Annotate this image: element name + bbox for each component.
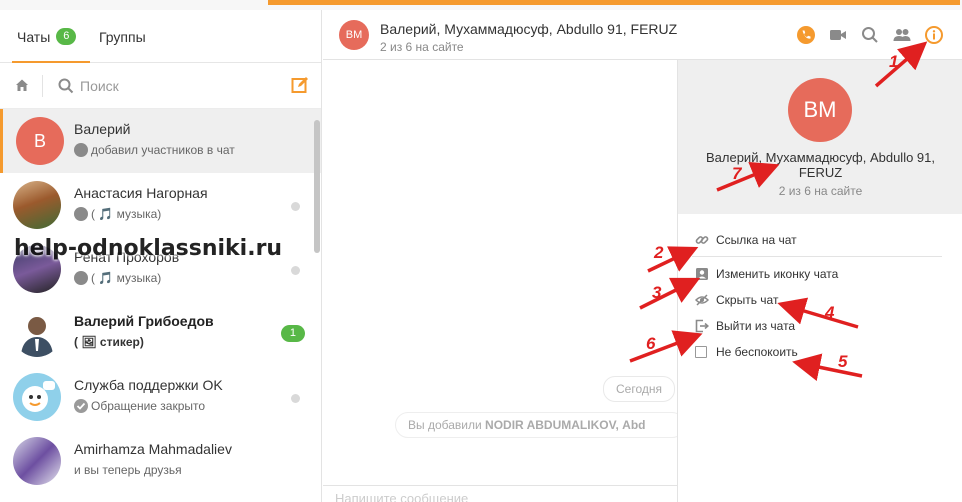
new-chat-icon[interactable]: [291, 76, 309, 94]
app-root: Чаты 6 Группы В: [0, 0, 962, 502]
menu-do-not-disturb[interactable]: Не беспокоить: [695, 343, 798, 361]
chat-preview-text: Обращение закрыто: [91, 399, 206, 413]
chat-item-anastasia[interactable]: Анастасия Нагорная ( 🎵 музыка): [0, 173, 321, 237]
annotation-number: 2: [654, 243, 664, 262]
avatar: [13, 309, 61, 357]
top-strip: [0, 0, 962, 10]
chat-online-status: 2 из 6 на сайте: [380, 40, 464, 54]
chats-count-badge: 6: [56, 28, 77, 45]
chat-title: Валерий, Мухаммадюсуф, Abdullo 91, FERUZ: [380, 21, 678, 37]
chat-preview-text: и вы теперь друзья: [74, 463, 182, 477]
person-icon: [21, 317, 53, 357]
menu-hide-chat[interactable]: Скрыть чат: [695, 291, 778, 309]
menu-change-icon-label: Изменить иконку чата: [716, 267, 839, 281]
avatar: [13, 437, 61, 485]
phone-call-icon[interactable]: [796, 25, 816, 45]
chat-info-panel: BM Валерий, Мухаммадюсуф, Abdullo 91, FE…: [677, 60, 962, 502]
chat-preview-text: добавил участников в чат: [91, 143, 235, 157]
annotation-number: 1: [889, 52, 899, 71]
menu-leave-chat-label: Выйти из чата: [716, 319, 796, 333]
chat-preview-text: ( 🎵 музыка): [91, 271, 162, 285]
do-not-disturb-checkbox[interactable]: [695, 346, 707, 358]
search-row: [0, 63, 321, 109]
link-icon: [695, 236, 709, 244]
chat-name: Валерий Грибоедов: [74, 313, 214, 329]
chat-preview: Обращение закрыто: [74, 399, 205, 413]
chat-tabs: Чаты 6 Группы: [0, 10, 321, 63]
tab-chats[interactable]: Чаты 6: [17, 28, 77, 45]
chat-item-valeriy-griboedov[interactable]: Валерий Грибоедов ( 🖼 стикер) 1: [0, 301, 321, 365]
chat-name: Валерий: [74, 121, 131, 137]
eye-off-icon: [695, 294, 709, 306]
unread-dot: [291, 202, 300, 211]
tab-groups[interactable]: Группы: [99, 29, 146, 45]
system-message-user: Abd: [622, 418, 646, 432]
menu-hide-chat-label: Скрыть чат: [716, 293, 779, 307]
support-bot-icon: [22, 381, 55, 412]
avatar: [13, 373, 61, 421]
chat-item-valeriy[interactable]: В Валерий добавил участников в чат: [0, 109, 321, 173]
chat-list-scrollbar[interactable]: [314, 120, 320, 253]
chat-preview: ( 🖼 стикер): [74, 335, 144, 349]
mini-avatar: [74, 207, 88, 221]
chat-preview-text: ( 🎵 музыка): [91, 207, 162, 221]
chat-name: Служба поддержки OK: [74, 377, 223, 393]
message-area: Сегодня Вы добавили NODIR ABDUMALIKOV, A…: [323, 60, 685, 502]
annotation-number: 6: [646, 334, 656, 353]
avatar-initial: В: [33, 130, 46, 151]
chat-avatar[interactable]: BM: [339, 20, 369, 50]
home-icon[interactable]: [14, 77, 30, 93]
annotation-number: 4: [825, 303, 835, 322]
avatar: [13, 181, 61, 229]
chat-name: Анастасия Нагорная: [74, 185, 208, 201]
system-message: Вы добавили NODIR ABDUMALIKOV, Abd: [395, 412, 685, 438]
chat-info-status: 2 из 6 на сайте: [778, 184, 863, 198]
top-nav-bar: [268, 0, 960, 5]
check-circle-icon: [74, 399, 88, 413]
menu-change-icon[interactable]: Изменить иконку чата: [695, 265, 838, 283]
portrait-icon: [696, 268, 708, 280]
avatar: В: [16, 117, 64, 165]
exit-icon: [695, 319, 709, 333]
chat-preview: ( 🎵 музыка): [74, 271, 161, 285]
chat-item-support[interactable]: Служба поддержки OK Обращение закрыто: [0, 365, 321, 429]
menu-chat-link-label: Ссылка на чат: [716, 233, 797, 247]
chat-info-title: Валерий, Мухаммадюсуф, Abdullo 91, FERUZ: [705, 150, 936, 180]
system-message-prefix: Вы добавили: [408, 418, 482, 432]
mini-avatar: [74, 143, 88, 157]
chat-header: BM Валерий, Мухаммадюсуф, Abdullo 91, FE…: [323, 10, 962, 60]
chat-preview: добавил участников в чат: [74, 143, 235, 157]
annotation-number: 3: [652, 283, 662, 302]
chat-preview-text: ( 🖼 стикер): [74, 335, 144, 349]
watermark: help-odnoklassniki.ru: [14, 236, 283, 261]
unread-dot: [291, 266, 300, 275]
menu-chat-link[interactable]: Ссылка на чат: [695, 231, 797, 249]
chat-item-amirhamza[interactable]: Amirhamza Mahmadaliev и вы теперь друзья: [0, 429, 321, 493]
info-icon[interactable]: [924, 25, 944, 45]
unread-dot: [291, 394, 300, 403]
mini-avatar: [74, 271, 88, 285]
search-icon: [58, 78, 74, 94]
divider: [42, 75, 43, 97]
chat-preview: ( 🎵 музыка): [74, 207, 161, 221]
chat-list: В Валерий добавил участников в чат Анаст…: [0, 109, 321, 502]
system-message-user: NODIR ABDUMALIKOV,: [485, 418, 619, 432]
chat-info-avatar[interactable]: BM: [788, 78, 852, 142]
annotation-number: 5: [838, 352, 848, 371]
chat-preview: и вы теперь друзья: [74, 463, 182, 477]
search-input[interactable]: [80, 75, 260, 97]
video-call-icon[interactable]: [828, 25, 848, 45]
message-input[interactable]: Напишите сообщение: [323, 485, 677, 502]
search-icon[interactable]: [860, 25, 880, 45]
unread-count-badge: 1: [280, 325, 305, 342]
menu-do-not-disturb-label: Не беспокоить: [716, 345, 798, 359]
chat-name: Amirhamza Mahmadaliev: [74, 441, 232, 457]
participants-icon[interactable]: [892, 25, 912, 45]
tab-chats-label: Чаты: [17, 28, 51, 45]
menu-leave-chat[interactable]: Выйти из чата: [695, 317, 795, 335]
chat-info-header: BM Валерий, Мухаммадюсуф, Abdullo 91, FE…: [678, 60, 962, 214]
menu-divider: [692, 256, 942, 257]
date-separator: Сегодня: [603, 376, 675, 402]
annotation-number: 7: [732, 164, 742, 183]
